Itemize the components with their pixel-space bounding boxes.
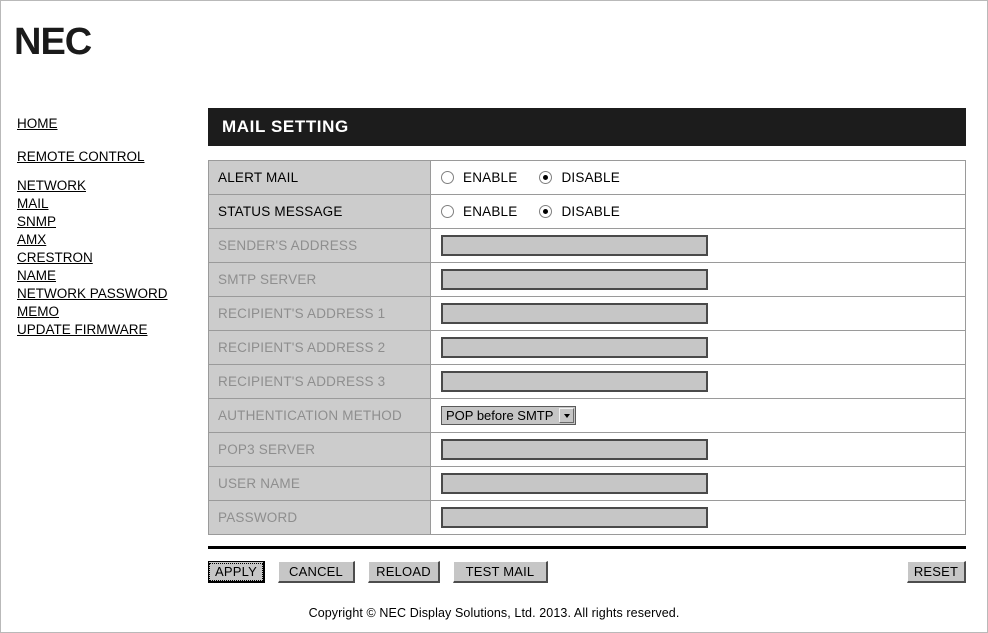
row-value-status-message: ENABLE DISABLE bbox=[430, 194, 966, 229]
table-row: SMTP SERVER bbox=[208, 262, 966, 297]
smtp-server-input[interactable] bbox=[441, 269, 708, 290]
row-label-pop3-server: POP3 SERVER bbox=[208, 432, 431, 467]
user-name-input[interactable] bbox=[441, 473, 708, 494]
row-value-alert-mail: ENABLE DISABLE bbox=[430, 160, 966, 195]
recipients-address-3-input[interactable] bbox=[441, 371, 708, 392]
alert-mail-disable-radio[interactable] bbox=[539, 171, 553, 184]
row-label-status-message: STATUS MESSAGE bbox=[208, 194, 431, 229]
nec-logo: NEC bbox=[14, 21, 92, 63]
sidebar-item-update-firmware[interactable]: UPDATE FIRMWARE bbox=[17, 321, 148, 338]
sidebar-item-mail[interactable]: MAIL bbox=[17, 195, 49, 212]
sidebar-item-remote-control[interactable]: REMOTE CONTROL bbox=[17, 148, 145, 165]
recipients-address-2-input[interactable] bbox=[441, 337, 708, 358]
row-value-user-name bbox=[430, 466, 966, 501]
status-message-disable-radio[interactable] bbox=[539, 205, 553, 218]
button-bar: APPLY CANCEL RELOAD TEST MAIL RESET bbox=[208, 561, 966, 583]
status-message-radio-group: ENABLE DISABLE bbox=[441, 204, 965, 219]
sidebar-item-home[interactable]: HOME bbox=[17, 115, 58, 132]
row-label-user-name: USER NAME bbox=[208, 466, 431, 501]
table-row: STATUS MESSAGE ENABLE DISABLE bbox=[208, 194, 966, 229]
table-row: AUTHENTICATION METHOD POP before SMTP bbox=[208, 398, 966, 433]
sidebar-item-network[interactable]: NETWORK bbox=[17, 177, 86, 194]
sidebar-item-name[interactable]: NAME bbox=[17, 267, 56, 284]
pop3-server-input[interactable] bbox=[441, 439, 708, 460]
row-label-senders-address: SENDER'S ADDRESS bbox=[208, 228, 431, 263]
mail-settings-table: ALERT MAIL ENABLE DISABLE STATUS MESSAGE bbox=[208, 160, 966, 535]
row-value-authentication-method: POP before SMTP bbox=[430, 398, 966, 433]
status-message-enable-radio[interactable] bbox=[441, 205, 454, 218]
sidebar-item-network-password[interactable]: NETWORK PASSWORD bbox=[17, 285, 168, 302]
table-row: PASSWORD bbox=[208, 500, 966, 535]
status-message-enable-label: ENABLE bbox=[463, 204, 518, 219]
alert-mail-enable-label: ENABLE bbox=[463, 170, 518, 185]
row-label-recipients-address-3: RECIPIENT'S ADDRESS 3 bbox=[208, 364, 431, 399]
alert-mail-radio-group: ENABLE DISABLE bbox=[441, 170, 965, 185]
table-row: ALERT MAIL ENABLE DISABLE bbox=[208, 160, 966, 195]
cancel-button[interactable]: CANCEL bbox=[278, 561, 355, 583]
row-value-recipients-address-2 bbox=[430, 330, 966, 365]
sidebar-navigation: HOME REMOTE CONTROL NETWORK MAIL SNMP AM… bbox=[17, 115, 197, 339]
sidebar-item-crestron[interactable]: CRESTRON bbox=[17, 249, 93, 266]
test-mail-button[interactable]: TEST MAIL bbox=[453, 561, 548, 583]
table-row: RECIPIENT'S ADDRESS 1 bbox=[208, 296, 966, 331]
row-value-recipients-address-1 bbox=[430, 296, 966, 331]
row-label-recipients-address-2: RECIPIENT'S ADDRESS 2 bbox=[208, 330, 431, 365]
reset-button[interactable]: RESET bbox=[907, 561, 966, 583]
table-row: RECIPIENT'S ADDRESS 2 bbox=[208, 330, 966, 365]
sidebar-item-memo[interactable]: MEMO bbox=[17, 303, 59, 320]
table-row: SENDER'S ADDRESS bbox=[208, 228, 966, 263]
sidebar-item-amx[interactable]: AMX bbox=[17, 231, 46, 248]
reload-button[interactable]: RELOAD bbox=[368, 561, 440, 583]
row-value-smtp-server bbox=[430, 262, 966, 297]
row-label-password: PASSWORD bbox=[208, 500, 431, 535]
table-row: RECIPIENT'S ADDRESS 3 bbox=[208, 364, 966, 399]
row-value-password bbox=[430, 500, 966, 535]
authentication-method-select[interactable]: POP before SMTP bbox=[441, 406, 577, 425]
status-message-disable-label: DISABLE bbox=[561, 204, 620, 219]
footer-copyright: Copyright © NEC Display Solutions, Ltd. … bbox=[308, 606, 680, 620]
password-input[interactable] bbox=[441, 507, 708, 528]
chevron-down-icon[interactable] bbox=[559, 408, 575, 423]
table-row: USER NAME bbox=[208, 466, 966, 501]
alert-mail-disable-label: DISABLE bbox=[561, 170, 620, 185]
row-value-senders-address bbox=[430, 228, 966, 263]
row-label-alert-mail: ALERT MAIL bbox=[208, 160, 431, 195]
page-title: MAIL SETTING bbox=[208, 108, 966, 146]
row-label-smtp-server: SMTP SERVER bbox=[208, 262, 431, 297]
row-value-recipients-address-3 bbox=[430, 364, 966, 399]
apply-button[interactable]: APPLY bbox=[208, 561, 265, 583]
table-row: POP3 SERVER bbox=[208, 432, 966, 467]
sidebar-item-snmp[interactable]: SNMP bbox=[17, 213, 56, 230]
alert-mail-enable-radio[interactable] bbox=[441, 171, 454, 184]
recipients-address-1-input[interactable] bbox=[441, 303, 708, 324]
mail-setting-page: NEC HOME REMOTE CONTROL NETWORK MAIL SNM… bbox=[0, 0, 988, 633]
button-bar-divider bbox=[208, 546, 966, 549]
main-content: MAIL SETTING ALERT MAIL ENABLE DISABLE S… bbox=[208, 108, 966, 583]
senders-address-input[interactable] bbox=[441, 235, 708, 256]
row-label-authentication-method: AUTHENTICATION METHOD bbox=[208, 398, 431, 433]
row-label-recipients-address-1: RECIPIENT'S ADDRESS 1 bbox=[208, 296, 431, 331]
row-value-pop3-server bbox=[430, 432, 966, 467]
authentication-method-selected-value: POP before SMTP bbox=[446, 408, 554, 423]
apply-button-label: APPLY bbox=[209, 562, 263, 581]
